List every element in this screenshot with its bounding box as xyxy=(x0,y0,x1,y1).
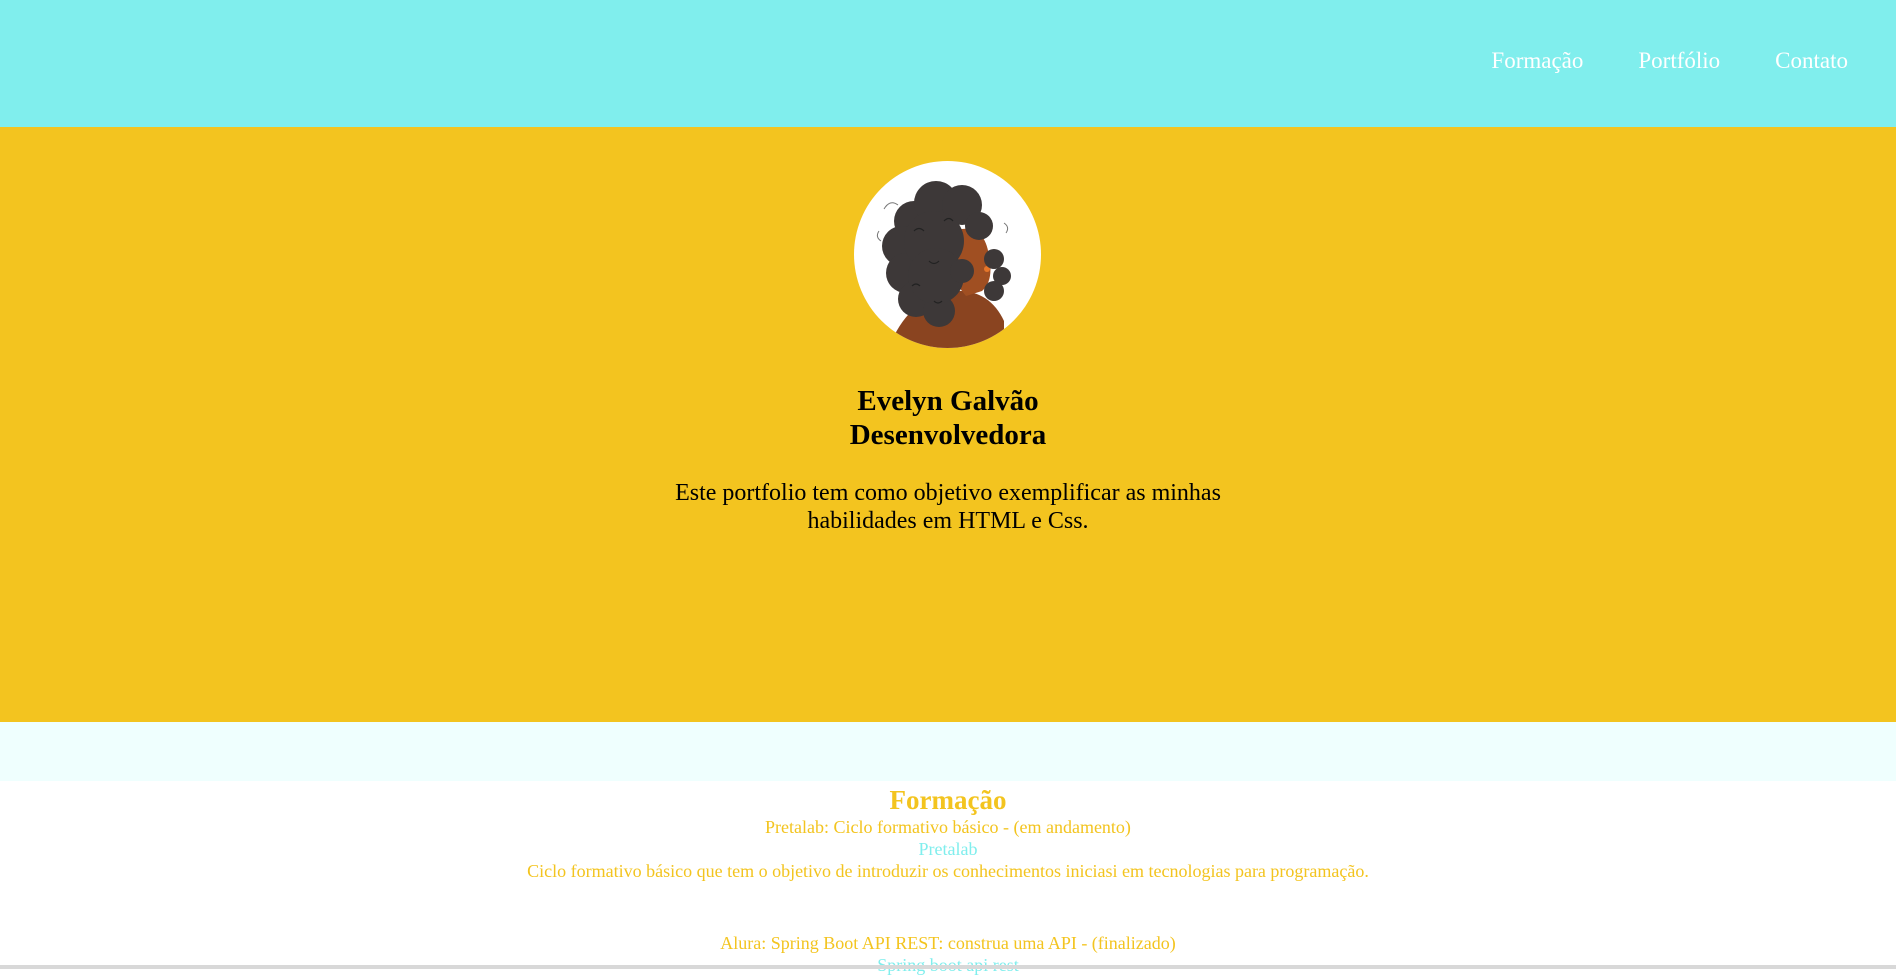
section-divider xyxy=(0,722,1896,781)
education-title: Formação xyxy=(889,785,1007,815)
course-title: Alura: Spring Boot API REST: construa um… xyxy=(720,933,1176,953)
course-item: Alura: Spring Boot API REST: construa um… xyxy=(0,932,1896,976)
main-nav: Formação Portfólio Contato xyxy=(1436,46,1848,76)
hero-section: Evelyn Galvão Desenvolvedora Este portfo… xyxy=(0,127,1896,722)
course-item: Pretalab: Ciclo formativo básico - (em a… xyxy=(0,816,1896,882)
nav-contato[interactable]: Contato xyxy=(1775,46,1848,76)
education-section: Formação Pretalab: Ciclo formativo básic… xyxy=(0,781,1896,976)
nav-formacao[interactable]: Formação xyxy=(1491,46,1583,76)
course-description: Ciclo formativo básico que tem o objetiv… xyxy=(527,861,1369,881)
avatar xyxy=(854,161,1041,348)
course-link[interactable]: Pretalab xyxy=(0,838,1896,860)
profile-description: Este portfolio tem como objetivo exempli… xyxy=(675,480,1221,534)
course-title: Pretalab: Ciclo formativo básico - (em a… xyxy=(765,817,1131,837)
woman-curly-hair-avatar-icon xyxy=(876,181,1011,348)
profile-role: Desenvolvedora xyxy=(849,419,1047,451)
header: Formação Portfólio Contato xyxy=(0,0,1896,127)
profile-name: Evelyn Galvão xyxy=(857,385,1039,417)
nav-portfolio[interactable]: Portfólio xyxy=(1638,46,1720,76)
horizontal-scrollbar[interactable] xyxy=(0,965,1896,969)
